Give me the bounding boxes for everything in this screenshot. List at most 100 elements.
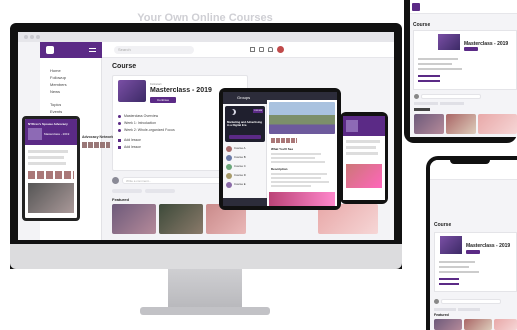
phone-bottom-right-screen: Course Masterclass - 2019 Featured bbox=[430, 160, 517, 330]
lesson-icon bbox=[118, 129, 121, 132]
user-icon[interactable] bbox=[277, 46, 284, 53]
pbr-chip[interactable] bbox=[434, 308, 456, 311]
tablet-card-badge[interactable]: JOIN ME bbox=[253, 109, 263, 113]
pbr-heading: Course bbox=[434, 222, 452, 228]
mini-row[interactable] bbox=[28, 150, 68, 153]
ptr-featured-thumb[interactable] bbox=[478, 114, 517, 134]
mini-overlay: NYDrex's Spouse Advocacy Masterclass - 2… bbox=[22, 116, 80, 221]
sidebar-item-news[interactable]: News bbox=[50, 89, 60, 94]
sidebar-item-followup[interactable]: Followup bbox=[50, 75, 66, 80]
tablet-bottom-image[interactable] bbox=[269, 192, 335, 206]
pbr-featured-thumb[interactable] bbox=[434, 319, 462, 330]
continue-button[interactable]: Continue bbox=[150, 97, 176, 103]
pbr-lesson-row[interactable] bbox=[439, 266, 469, 268]
post-title[interactable]: Course D bbox=[234, 173, 246, 177]
pbr-add-row[interactable] bbox=[439, 283, 459, 285]
lesson-item[interactable]: Week 1: Introduction bbox=[124, 121, 156, 125]
pbr-course-cover[interactable] bbox=[440, 236, 462, 254]
small-phone-row[interactable] bbox=[346, 152, 378, 155]
ptr-course-cover[interactable] bbox=[438, 34, 460, 50]
window-dot-red[interactable] bbox=[24, 35, 28, 39]
window-dot-yellow[interactable] bbox=[30, 35, 34, 39]
pbr-continue-button[interactable] bbox=[466, 250, 480, 254]
ptr-lesson-row[interactable] bbox=[418, 63, 452, 65]
mini-cover[interactable] bbox=[28, 128, 42, 140]
ptr-featured-thumb[interactable] bbox=[446, 114, 476, 134]
pbr-lesson-row[interactable] bbox=[439, 271, 479, 273]
lesson-item[interactable]: Week 2: Whole-organized Focus bbox=[124, 128, 175, 132]
pbr-chip[interactable] bbox=[458, 308, 480, 311]
small-phone-cover[interactable] bbox=[346, 120, 358, 132]
lesson-icon bbox=[118, 122, 121, 125]
pbr-comment-input[interactable] bbox=[441, 299, 501, 304]
menu-icon[interactable] bbox=[89, 48, 96, 52]
window-dot-green[interactable] bbox=[36, 35, 40, 39]
small-phone-row[interactable] bbox=[346, 146, 376, 149]
tablet-text-line bbox=[271, 157, 315, 159]
ptr-add-row[interactable] bbox=[418, 75, 440, 77]
page-title: Course bbox=[112, 63, 137, 70]
ptr-chip[interactable] bbox=[440, 102, 464, 105]
pbr-lesson-row[interactable] bbox=[439, 261, 475, 263]
tablet-text-line bbox=[271, 173, 327, 175]
add-icon bbox=[118, 146, 121, 149]
chat-icon[interactable] bbox=[259, 47, 264, 52]
pbr-featured-thumb[interactable] bbox=[494, 319, 517, 330]
ptr-chip[interactable] bbox=[414, 102, 438, 105]
network-label: Advocacy Network bbox=[82, 135, 114, 139]
mini-avatar-row bbox=[28, 171, 74, 179]
course-cover[interactable] bbox=[118, 80, 146, 102]
post-title[interactable]: Course B bbox=[234, 155, 246, 159]
ptr-comment-input[interactable] bbox=[421, 94, 481, 99]
add-lesson-link[interactable]: Add lesson bbox=[124, 138, 141, 142]
ptr-heading: Course bbox=[413, 22, 431, 28]
ptr-featured-thumb[interactable] bbox=[414, 114, 444, 134]
post-avatar bbox=[226, 155, 232, 161]
ptr-continue-button[interactable] bbox=[464, 47, 478, 51]
mini-photo[interactable] bbox=[28, 183, 74, 213]
mini-course-title: Masterclass - 2019 bbox=[44, 132, 70, 136]
tablet-card-button[interactable] bbox=[229, 135, 261, 139]
ptr-lesson-row[interactable] bbox=[418, 68, 462, 70]
small-phone-row[interactable] bbox=[346, 140, 380, 143]
lesson-item[interactable]: Masterclass Overview bbox=[124, 114, 158, 118]
sidebar-item-home[interactable]: Home bbox=[50, 68, 61, 73]
search-input[interactable]: Search bbox=[114, 46, 194, 54]
tablet-section-description: Description bbox=[271, 167, 288, 171]
post-avatar bbox=[226, 173, 232, 179]
tag-chip[interactable] bbox=[112, 189, 142, 193]
comment-input[interactable]: Write a comment... bbox=[122, 177, 232, 184]
tag-chip[interactable] bbox=[145, 189, 175, 193]
ptr-logo-icon[interactable] bbox=[412, 3, 420, 11]
featured-heading: Featured bbox=[112, 197, 129, 202]
ptr-featured-label bbox=[414, 108, 430, 111]
moon-icon bbox=[228, 109, 234, 115]
mini-row[interactable] bbox=[28, 162, 66, 165]
small-phone-photo[interactable] bbox=[346, 164, 382, 188]
pbr-add-row[interactable] bbox=[439, 278, 459, 280]
ptr-add-row[interactable] bbox=[418, 80, 440, 82]
pbr-featured-thumb[interactable] bbox=[464, 319, 492, 330]
brand-logo-icon[interactable] bbox=[46, 46, 54, 54]
sidebar-item-topics[interactable]: Topics bbox=[50, 102, 61, 107]
post-avatar bbox=[226, 164, 232, 170]
mini-row[interactable] bbox=[28, 156, 64, 159]
network-avatars bbox=[82, 142, 110, 148]
post-title[interactable]: Course C bbox=[234, 164, 246, 168]
tablet-hero-photo[interactable] bbox=[269, 102, 335, 134]
post-avatar bbox=[226, 182, 232, 188]
ptr-lesson-row[interactable] bbox=[418, 58, 458, 60]
featured-thumb[interactable] bbox=[159, 204, 203, 234]
ptr-topbar bbox=[410, 0, 517, 14]
post-title[interactable]: Course E bbox=[234, 182, 246, 186]
sidebar-item-events[interactable]: Events bbox=[50, 109, 62, 114]
ptr-comment-avatar bbox=[414, 94, 419, 99]
add-icon bbox=[118, 139, 121, 142]
sidebar-item-members[interactable]: Members bbox=[50, 82, 67, 87]
post-title[interactable]: Course A bbox=[234, 146, 246, 150]
grid-icon[interactable] bbox=[250, 47, 255, 52]
tablet-card-title: Marketing and Advertising in a Digital E… bbox=[227, 120, 263, 128]
bell-icon[interactable] bbox=[268, 47, 273, 52]
add-lesson-link[interactable]: Add lesson bbox=[124, 145, 141, 149]
featured-thumb[interactable] bbox=[112, 204, 156, 234]
